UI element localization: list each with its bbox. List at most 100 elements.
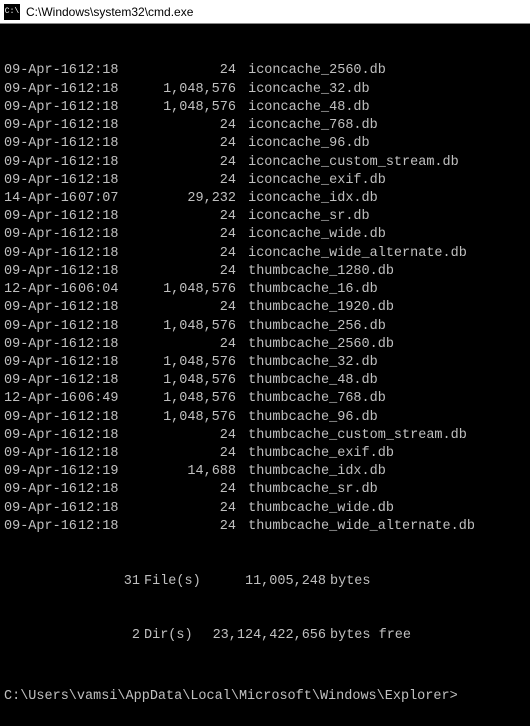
file-date: 09-Apr-16 — [4, 226, 78, 244]
file-name: thumbcache_2560.db — [240, 336, 394, 354]
file-name: thumbcache_768.db — [240, 390, 386, 408]
file-size: 24 — [132, 427, 240, 445]
file-date: 09-Apr-16 — [4, 117, 78, 135]
file-size: 24 — [132, 263, 240, 281]
file-name: thumbcache_idx.db — [240, 463, 386, 481]
file-date: 09-Apr-16 — [4, 336, 78, 354]
file-size: 24 — [132, 208, 240, 226]
list-item: 12-Apr-1606:491,048,576 thumbcache_768.d… — [4, 390, 526, 408]
list-item: 09-Apr-1612:181,048,576 thumbcache_48.db — [4, 372, 526, 390]
file-name: thumbcache_custom_stream.db — [240, 427, 467, 445]
list-item: 09-Apr-1612:181,048,576 thumbcache_256.d… — [4, 318, 526, 336]
file-time: 12:19 — [78, 463, 132, 481]
file-time: 12:18 — [78, 427, 132, 445]
file-time: 12:18 — [78, 336, 132, 354]
file-size: 24 — [132, 500, 240, 518]
file-date: 14-Apr-16 — [4, 190, 78, 208]
file-size: 24 — [132, 245, 240, 263]
file-size: 24 — [132, 62, 240, 80]
file-date: 09-Apr-16 — [4, 172, 78, 190]
file-name: iconcache_custom_stream.db — [240, 154, 459, 172]
list-item: 09-Apr-1612:1824 iconcache_exif.db — [4, 172, 526, 190]
file-name: thumbcache_96.db — [240, 409, 378, 427]
file-time: 12:18 — [78, 500, 132, 518]
file-time: 12:18 — [78, 518, 132, 536]
list-item: 09-Apr-1612:1824 iconcache_wide_alternat… — [4, 245, 526, 263]
file-date: 09-Apr-16 — [4, 354, 78, 372]
file-name: iconcache_768.db — [240, 117, 378, 135]
file-name: thumbcache_32.db — [240, 354, 378, 372]
file-time: 12:18 — [78, 99, 132, 117]
list-item: 09-Apr-1612:1824 iconcache_2560.db — [4, 62, 526, 80]
list-item: 09-Apr-1612:1914,688 thumbcache_idx.db — [4, 463, 526, 481]
list-item: 09-Apr-1612:181,048,576 thumbcache_32.db — [4, 354, 526, 372]
file-date: 09-Apr-16 — [4, 445, 78, 463]
file-date: 09-Apr-16 — [4, 81, 78, 99]
file-date: 12-Apr-16 — [4, 390, 78, 408]
file-date: 09-Apr-16 — [4, 372, 78, 390]
file-time: 12:18 — [78, 81, 132, 99]
file-time: 12:18 — [78, 154, 132, 172]
file-name: iconcache_wide_alternate.db — [240, 245, 467, 263]
file-time: 12:18 — [78, 62, 132, 80]
file-time: 06:49 — [78, 390, 132, 408]
file-size: 24 — [132, 445, 240, 463]
list-item: 09-Apr-1612:1824 iconcache_96.db — [4, 135, 526, 153]
window-title: C:\Windows\system32\cmd.exe — [26, 5, 193, 19]
file-name: thumbcache_exif.db — [240, 445, 394, 463]
list-item: 09-Apr-1612:1824 iconcache_sr.db — [4, 208, 526, 226]
file-date: 09-Apr-16 — [4, 208, 78, 226]
summary-dirs: 2Dir(s)23,124,422,656bytes free — [4, 627, 526, 645]
file-time: 06:04 — [78, 281, 132, 299]
list-item: 09-Apr-1612:1824 thumbcache_2560.db — [4, 336, 526, 354]
file-date: 09-Apr-16 — [4, 427, 78, 445]
list-item: 09-Apr-1612:1824 thumbcache_exif.db — [4, 445, 526, 463]
file-size: 1,048,576 — [132, 99, 240, 117]
file-name: thumbcache_sr.db — [240, 481, 378, 499]
list-item: 09-Apr-1612:1824 thumbcache_1920.db — [4, 299, 526, 317]
file-size: 24 — [132, 154, 240, 172]
file-time: 12:18 — [78, 354, 132, 372]
window-titlebar: C:\ C:\Windows\system32\cmd.exe — [0, 0, 530, 24]
dir-listing: 09-Apr-1612:1824 iconcache_2560.db09-Apr… — [4, 62, 526, 536]
file-size: 1,048,576 — [132, 409, 240, 427]
file-name: iconcache_32.db — [240, 81, 370, 99]
cmd-icon: C:\ — [4, 4, 20, 20]
file-size: 24 — [132, 299, 240, 317]
file-name: iconcache_wide.db — [240, 226, 386, 244]
file-date: 09-Apr-16 — [4, 99, 78, 117]
file-size: 1,048,576 — [132, 281, 240, 299]
file-date: 09-Apr-16 — [4, 409, 78, 427]
list-item: 09-Apr-1612:181,048,576 iconcache_48.db — [4, 99, 526, 117]
file-time: 12:18 — [78, 172, 132, 190]
file-size: 24 — [132, 518, 240, 536]
file-name: iconcache_sr.db — [240, 208, 370, 226]
file-time: 12:18 — [78, 117, 132, 135]
file-size: 24 — [132, 135, 240, 153]
file-name: iconcache_exif.db — [240, 172, 386, 190]
file-name: iconcache_96.db — [240, 135, 370, 153]
file-name: thumbcache_48.db — [240, 372, 378, 390]
list-item: 14-Apr-1607:0729,232 iconcache_idx.db — [4, 190, 526, 208]
file-name: iconcache_idx.db — [240, 190, 378, 208]
file-name: thumbcache_wide.db — [240, 500, 394, 518]
list-item: 09-Apr-1612:1824 iconcache_wide.db — [4, 226, 526, 244]
file-time: 12:18 — [78, 318, 132, 336]
list-item: 09-Apr-1612:1824 thumbcache_sr.db — [4, 481, 526, 499]
file-name: thumbcache_1920.db — [240, 299, 394, 317]
file-time: 07:07 — [78, 190, 132, 208]
terminal-output[interactable]: 09-Apr-1612:1824 iconcache_2560.db09-Apr… — [0, 24, 530, 726]
file-size: 24 — [132, 117, 240, 135]
list-item: 09-Apr-1612:1824 thumbcache_wide.db — [4, 500, 526, 518]
file-time: 12:18 — [78, 245, 132, 263]
file-time: 12:18 — [78, 135, 132, 153]
list-item: 09-Apr-1612:181,048,576 iconcache_32.db — [4, 81, 526, 99]
file-date: 09-Apr-16 — [4, 299, 78, 317]
file-name: iconcache_48.db — [240, 99, 370, 117]
file-name: thumbcache_256.db — [240, 318, 386, 336]
file-name: thumbcache_1280.db — [240, 263, 394, 281]
file-size: 14,688 — [132, 463, 240, 481]
file-size: 1,048,576 — [132, 81, 240, 99]
file-time: 12:18 — [78, 226, 132, 244]
command-prompt[interactable]: C:\Users\vamsi\AppData\Local\Microsoft\W… — [4, 688, 526, 706]
